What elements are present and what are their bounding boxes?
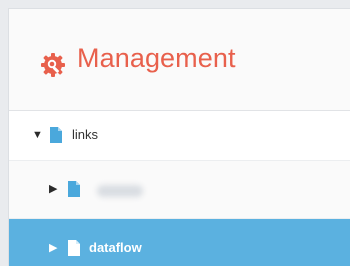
file-icon <box>50 127 62 143</box>
caret-right-icon[interactable]: ▶ <box>49 184 57 195</box>
file-icon <box>68 181 80 197</box>
tree-item-label: dataflow <box>89 240 142 255</box>
gear-search-icon <box>41 53 65 77</box>
caret-right-icon[interactable]: ▶ <box>49 243 57 254</box>
tree-item-child[interactable]: ▶ <box>9 160 350 219</box>
obscured-label <box>97 185 143 197</box>
management-panel: Management ▼ links ▶ ▶ dataflow <box>8 8 350 266</box>
tree-item-label: links <box>72 127 99 142</box>
file-icon <box>68 240 80 256</box>
caret-down-icon[interactable]: ▼ <box>32 130 43 141</box>
page-title: Management <box>77 43 236 73</box>
tree-item-dataflow[interactable]: ▶ dataflow <box>9 219 350 266</box>
panel-header: Management <box>9 9 350 111</box>
tree-item-links[interactable]: ▼ links <box>9 111 350 160</box>
